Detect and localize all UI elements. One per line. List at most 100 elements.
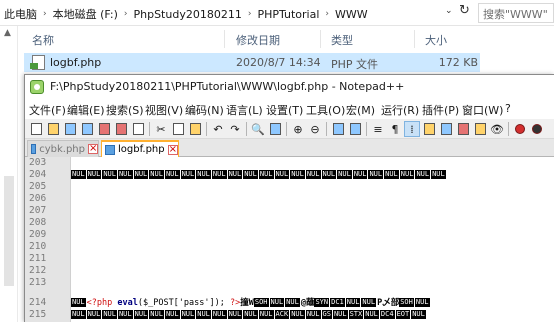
new-file-icon[interactable] <box>28 121 44 137</box>
control-char-nul: NUL <box>180 170 196 179</box>
column-header-type[interactable]: 类型 <box>331 32 353 48</box>
code-text[interactable]: NUL NUL NUL NUL NUL NUL NUL NUL NUL NUL NUL NUL NUL N… <box>71 157 554 322</box>
column-header-size[interactable]: 大小 <box>425 32 447 48</box>
chevron-down-icon[interactable]: ⌄ <box>445 6 453 16</box>
show-all-chars-icon[interactable]: ¶ <box>387 121 403 137</box>
menu-macro[interactable]: 宏(M) <box>346 102 375 118</box>
control-char-nul: NUL <box>411 310 426 319</box>
chevron-right-icon[interactable]: › <box>248 9 252 19</box>
udl-icon[interactable] <box>421 121 437 137</box>
menu-view[interactable]: 视图(V) <box>145 102 183 118</box>
record-macro-icon[interactable] <box>512 121 528 137</box>
control-char-group: SOH NUL <box>399 298 430 308</box>
column-header-name[interactable]: 名称 <box>32 32 54 48</box>
breadcrumb-this-pc[interactable]: 此电脑 <box>4 6 37 22</box>
control-char-nul: NUL <box>164 310 180 319</box>
menu-window[interactable]: 窗口(W) <box>462 102 503 118</box>
editor-area[interactable]: 203 204 205 206 207 208 209 210 211 212 … <box>25 157 554 322</box>
zoom-out-icon[interactable]: ⊖ <box>307 121 323 137</box>
cut-icon[interactable]: ✂ <box>153 121 169 137</box>
menu-edit[interactable]: 编辑(E) <box>67 102 105 118</box>
replace-icon[interactable] <box>267 121 283 137</box>
close-all-icon[interactable] <box>113 121 129 137</box>
control-char-nul: NUL <box>399 170 415 179</box>
address-bar[interactable]: 此电脑 › 本地磁盘 (F:) › PhpStudy20180211 › PHP… <box>0 0 554 26</box>
menu-help[interactable]: ? <box>505 102 511 115</box>
line-number: 204 <box>29 169 47 180</box>
copy-icon[interactable] <box>170 121 186 137</box>
function-list-icon[interactable] <box>455 121 471 137</box>
control-char-nul: NUL <box>258 310 274 319</box>
breadcrumb-phptutorial[interactable]: PHPTutorial <box>257 8 319 21</box>
search-input[interactable]: 搜索"WWW" <box>478 3 554 23</box>
indent-guide-icon[interactable]: ⁞ <box>404 121 420 137</box>
control-char-soh: SOH <box>399 298 414 307</box>
stop-macro-icon[interactable] <box>529 121 545 137</box>
title-bar[interactable]: F:\PhpStudy20180211\PHPTutorial\WWW\logb… <box>25 75 554 99</box>
menu-language[interactable]: 语言(L) <box>226 102 263 118</box>
close-icon[interactable]: × <box>88 144 98 154</box>
breadcrumb-www[interactable]: WWW <box>335 8 368 21</box>
chevron-right-icon[interactable]: › <box>124 9 128 19</box>
refresh-icon[interactable]: ↻ <box>459 3 470 18</box>
navigation-scrollbar-thumb[interactable] <box>4 176 14 286</box>
control-char-nul: NUL <box>164 170 180 179</box>
menu-search[interactable]: 搜索(S) <box>106 102 144 118</box>
tab-cybk[interactable]: cybk.php × <box>27 140 99 157</box>
close-icon[interactable]: × <box>167 144 178 155</box>
monitoring-icon[interactable]: 👁 <box>489 121 505 137</box>
menu-encoding[interactable]: 编码(N) <box>185 102 224 118</box>
close-file-icon[interactable] <box>96 121 112 137</box>
word-wrap-icon[interactable]: ≡ <box>370 121 386 137</box>
menu-plugins[interactable]: 插件(P) <box>422 102 459 118</box>
control-char-nul: NUL <box>415 170 431 179</box>
save-icon[interactable] <box>62 121 78 137</box>
open-file-icon[interactable] <box>45 121 61 137</box>
control-char-group: SYN DC1 NUL NUL <box>314 298 377 308</box>
control-char-nul: NUL <box>274 170 290 179</box>
column-divider[interactable] <box>320 30 321 48</box>
save-all-icon[interactable] <box>79 121 95 137</box>
notepadpp-app-icon[interactable] <box>30 80 44 94</box>
tab-label: cybk.php <box>39 143 85 155</box>
sync-horizontal-icon[interactable] <box>347 121 363 137</box>
paste-icon[interactable] <box>187 121 203 137</box>
find-icon[interactable]: 🔍 <box>250 121 266 137</box>
column-header-date[interactable]: 修改日期 <box>236 32 280 48</box>
toolbar-separator <box>366 122 367 136</box>
control-char-nul: NUL <box>227 170 243 179</box>
menu-file[interactable]: 文件(F) <box>29 102 66 118</box>
column-headers: 名称 修改日期 类型 大小 <box>18 28 554 50</box>
doc-map-icon[interactable] <box>438 121 454 137</box>
breadcrumb-drive-f[interactable]: 本地磁盘 (F:) <box>53 6 118 22</box>
php-close-tag: ?> <box>229 298 241 308</box>
column-divider[interactable] <box>414 30 415 48</box>
breadcrumb-phpstudy[interactable]: PhpStudy20180211 <box>133 8 241 21</box>
folder-workspace-icon[interactable] <box>472 121 488 137</box>
menu-run[interactable]: 运行(R) <box>381 102 419 118</box>
control-char-eot: EOT <box>395 310 411 319</box>
binary-text: P乄部 <box>377 298 400 308</box>
chevron-right-icon[interactable]: › <box>43 9 47 19</box>
control-char-nul: NUL <box>117 310 133 319</box>
php-open-tag: <?php <box>86 298 113 308</box>
tab-logbf[interactable]: logbf.php × <box>101 140 179 157</box>
file-type: PHP 文件 <box>331 58 379 71</box>
scroll-up-arrow-icon[interactable]: ▲ <box>4 28 11 38</box>
chevron-right-icon[interactable]: › <box>325 9 329 19</box>
control-char-nul: NUL <box>149 310 164 319</box>
undo-icon[interactable]: ↶ <box>210 121 226 137</box>
notepadpp-window: F:\PhpStudy20180211\PHPTutorial\WWW\logb… <box>24 74 554 322</box>
redo-icon[interactable]: ↷ <box>227 121 243 137</box>
control-char-nul: NUL <box>321 170 337 179</box>
menu-tools[interactable]: 工具(O) <box>306 102 345 118</box>
control-char-group: SOH NUL NUL <box>253 298 301 308</box>
control-char-stx: STX <box>348 310 364 319</box>
zoom-in-icon[interactable]: ⊕ <box>290 121 306 137</box>
file-row-logbf[interactable]: logbf.php 2020/8/7 14:34 PHP 文件 172 KB <box>24 53 480 72</box>
menu-settings[interactable]: 设置(T) <box>266 102 303 118</box>
print-icon[interactable] <box>130 121 146 137</box>
sync-vertical-icon[interactable] <box>330 121 346 137</box>
column-divider[interactable] <box>224 30 225 48</box>
control-char-nul: NUL <box>133 310 149 319</box>
